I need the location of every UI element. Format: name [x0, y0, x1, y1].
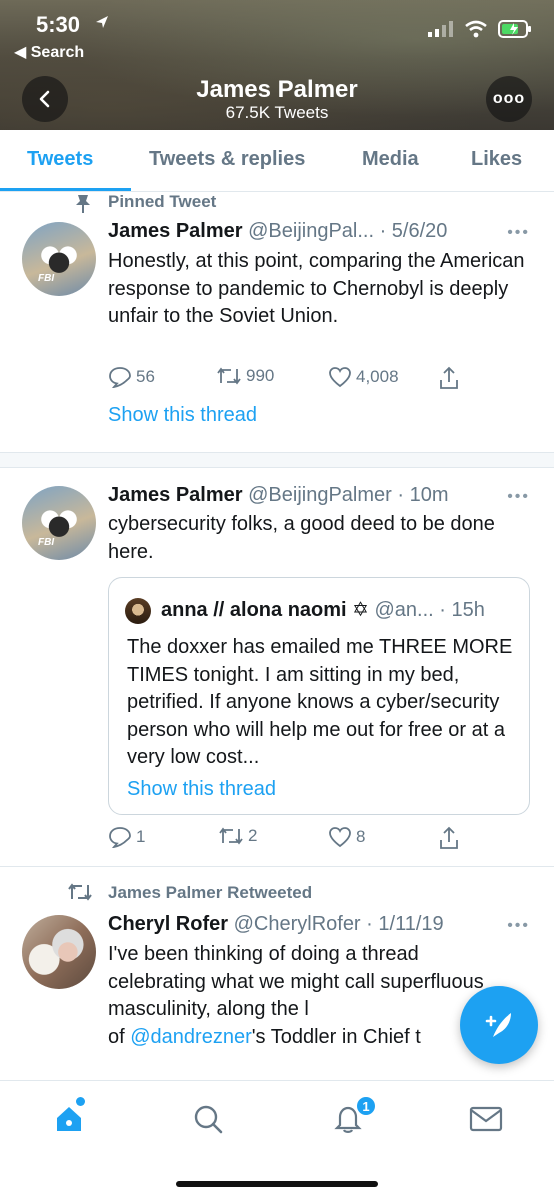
reply-button[interactable]: 56 [108, 366, 155, 388]
tweet-time: · 10m [397, 484, 449, 506]
tweet-time: · 1/11/19 [366, 913, 444, 935]
pinned-label: Pinned Tweet [108, 192, 217, 211]
tweet-text-part: I've been thinking of doing a thread cel… [108, 943, 484, 1020]
profile-name: James Palmer [196, 76, 358, 103]
tweet-text: Honestly, at this point, comparing the A… [108, 250, 525, 327]
retweet-count: 990 [246, 366, 275, 385]
wifi-icon [465, 20, 487, 38]
retweet-icon [217, 367, 241, 385]
share-icon [440, 826, 458, 849]
tweet-header: James Palmer @BeijingPal... · 5/6/20 [108, 220, 447, 243]
profile-tabs: Tweets Tweets & replies Media Likes [0, 130, 554, 192]
tweet-time: · 5/6/20 [379, 220, 448, 242]
tab-likes[interactable]: Likes [471, 148, 522, 171]
avatar[interactable]: FBI [22, 486, 96, 560]
tweet-pinned[interactable]: Pinned Tweet FBI James Palmer @BeijingPa… [0, 192, 554, 452]
tab-tweets-replies[interactable]: Tweets & replies [149, 148, 305, 171]
avatar[interactable]: FBI [22, 222, 96, 296]
heart-icon [329, 827, 351, 848]
share-icon [440, 366, 458, 389]
search-icon [194, 1105, 223, 1134]
retweet-icon [219, 827, 243, 845]
quoted-author-handle: @an... [374, 599, 434, 621]
reply-icon [109, 367, 131, 388]
like-button[interactable]: 4,008 [328, 366, 399, 388]
tweet-menu-button[interactable]: ••• [507, 917, 530, 935]
avatar-fbi-text: FBI [38, 537, 55, 548]
tweet-count: 67.5K Tweets [225, 103, 329, 122]
active-tab-indicator [0, 188, 131, 191]
show-thread-link[interactable]: Show this thread [127, 778, 276, 801]
like-count: 8 [356, 827, 366, 846]
reply-icon [109, 827, 131, 848]
more-options-button[interactable]: ooo [486, 76, 532, 122]
like-count: 4,008 [356, 367, 399, 386]
quoted-header: anna // alona naomi ✡ @an... · 15h [161, 597, 485, 622]
nav-search[interactable] [188, 1099, 228, 1139]
tweet-header: Cheryl Rofer @CherylRofer · 1/11/19 [108, 913, 444, 936]
tweet-header: James Palmer @BeijingPalmer · 10m [108, 484, 449, 507]
tab-media[interactable]: Media [362, 148, 419, 171]
author-name[interactable]: James Palmer [108, 484, 243, 506]
back-to-search[interactable]: ◀ Search [14, 42, 84, 62]
show-thread-link[interactable]: Show this thread [108, 404, 257, 427]
status-icons [428, 20, 532, 38]
status-time: 5:30 [36, 12, 81, 37]
compose-feather-icon [485, 1013, 511, 1037]
tweet-actions: 1 2 8 [108, 826, 468, 856]
quoted-author-name: anna // alona naomi ✡ [161, 599, 369, 621]
author-name[interactable]: Cheryl Rofer [108, 913, 228, 935]
signal-icon [428, 21, 453, 37]
mail-icon [469, 1106, 503, 1132]
avatar-fbi-text: FBI [38, 273, 55, 284]
nav-messages[interactable] [466, 1099, 506, 1139]
home-indicator [176, 1181, 378, 1187]
tab-tweets[interactable]: Tweets [27, 148, 93, 171]
tweet-text: cybersecurity folks, a good deed to be d… [108, 513, 495, 563]
tweet-text: I've been thinking of doing a thread cel… [108, 941, 518, 1051]
share-button[interactable] [438, 366, 460, 390]
notification-badge: 1 [355, 1095, 377, 1117]
quoted-avatar [125, 598, 151, 624]
reply-button[interactable]: 1 [108, 826, 145, 848]
like-button[interactable]: 8 [328, 826, 365, 848]
mention-link[interactable]: @dandrezner [130, 1026, 251, 1048]
section-divider [0, 452, 554, 468]
heart-icon [329, 367, 351, 388]
retweet-icon [68, 883, 92, 901]
profile-header: 5:30 ◀ Search James Palmer 67.5K Tweets … [0, 0, 554, 130]
reply-count: 1 [136, 827, 146, 846]
author-handle[interactable]: @BeijingPalmer [248, 484, 392, 506]
tweet-menu-button[interactable]: ••• [507, 224, 530, 242]
avatar[interactable] [22, 915, 96, 989]
author-handle[interactable]: @BeijingPal... [248, 220, 374, 242]
compose-tweet-button[interactable] [460, 986, 538, 1064]
reply-count: 56 [136, 367, 155, 386]
tweet-actions: 56 990 4,008 [108, 366, 468, 396]
tweet-text-part: of [108, 1025, 131, 1048]
share-button[interactable] [438, 826, 460, 850]
home-icon [57, 1107, 81, 1131]
battery-icon [498, 20, 531, 38]
author-name[interactable]: James Palmer [108, 220, 243, 242]
tweet-menu-button[interactable]: ••• [507, 488, 530, 506]
quoted-time: · 15h [439, 599, 485, 621]
home-unread-dot [76, 1097, 85, 1106]
location-arrow-icon [96, 16, 108, 28]
quoted-tweet[interactable]: anna // alona naomi ✡ @an... · 15h The d… [108, 577, 530, 815]
pin-icon [76, 195, 90, 213]
retweet-count: 2 [248, 826, 258, 845]
retweet-button[interactable]: 990 [216, 366, 274, 386]
tweet-text-part: 's Toddler in Chief t [251, 1025, 421, 1048]
retweet-button[interactable]: 2 [218, 826, 257, 846]
author-handle[interactable]: @CherylRofer [234, 913, 361, 935]
retweeted-label[interactable]: James Palmer Retweeted [108, 883, 312, 903]
quoted-text: The doxxer has emailed me THREE MORE TIM… [127, 636, 513, 768]
